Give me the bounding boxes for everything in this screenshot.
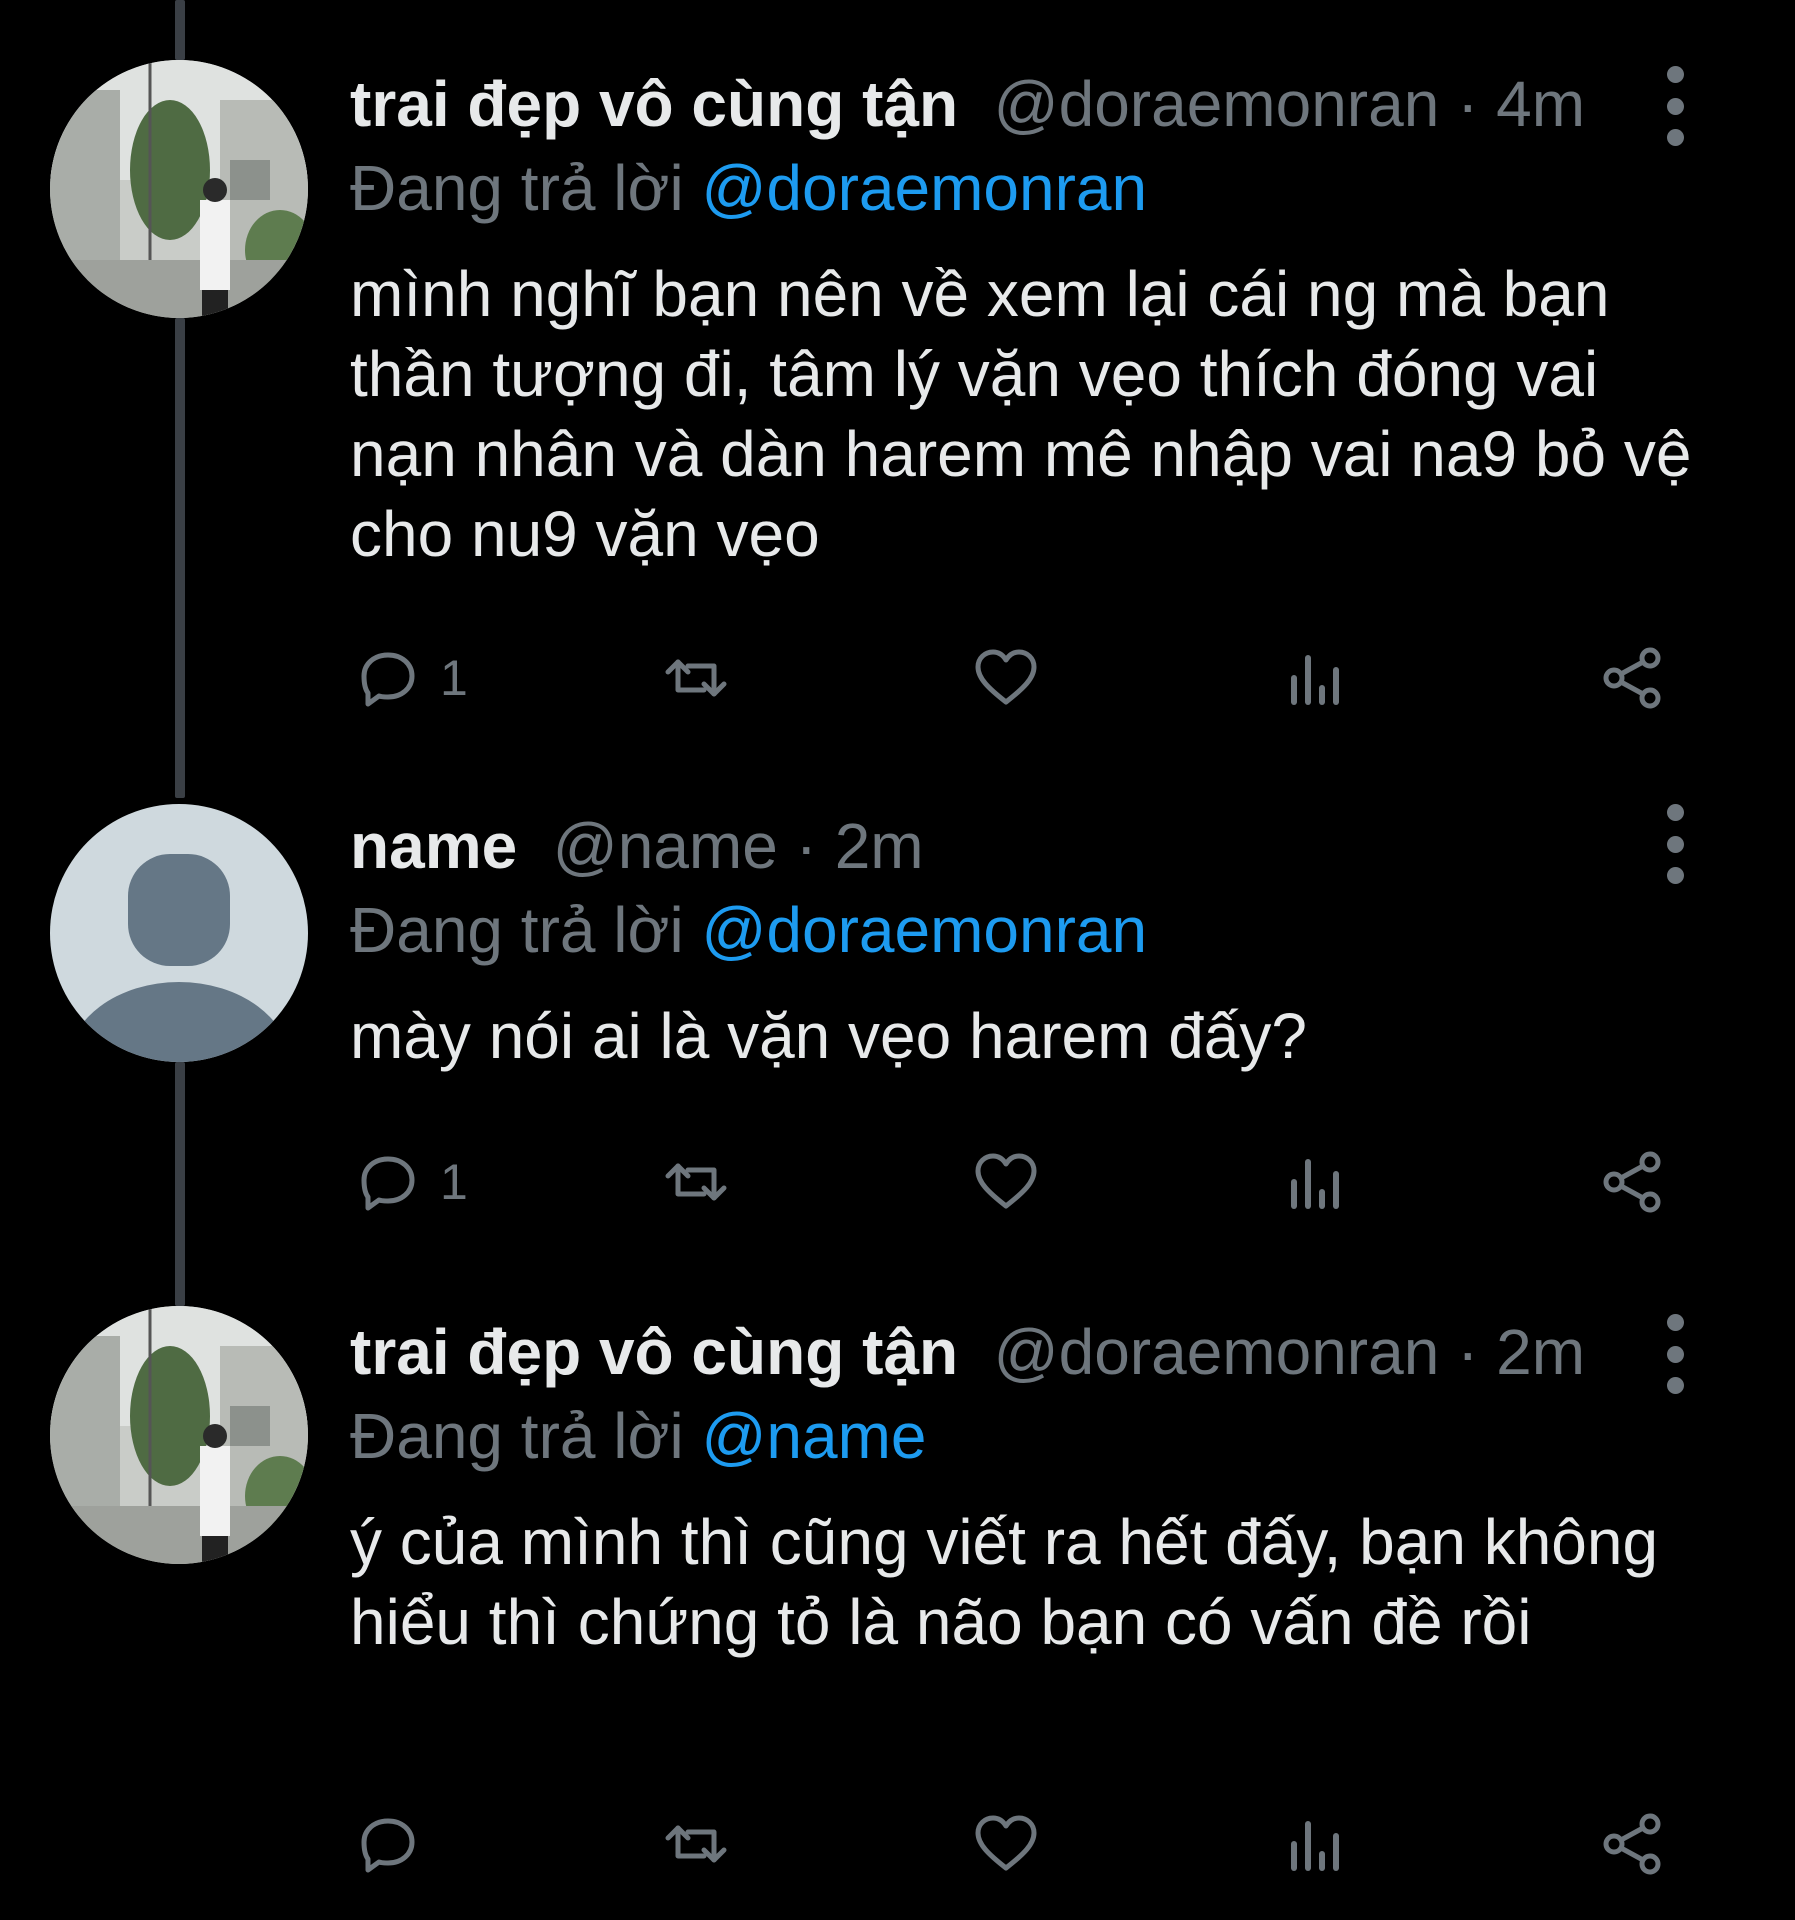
timestamp[interactable]: 2m: [1496, 1316, 1585, 1388]
reply-button[interactable]: 1: [350, 638, 468, 718]
replying-to-mention[interactable]: @doraemonran: [701, 152, 1147, 224]
timestamp[interactable]: 4m: [1496, 68, 1585, 140]
analytics-button[interactable]: [1278, 1142, 1354, 1222]
retweet-icon: [665, 659, 727, 697]
replying-to-label: Đang trả lời: [350, 894, 702, 966]
handle[interactable]: @doraemonran: [976, 1316, 1440, 1388]
reply-button[interactable]: [350, 1804, 440, 1884]
tweet[interactable]: name @name · 2m Đang trả lời @doraemonra…: [0, 780, 1795, 1300]
tweet-actions: 1: [350, 638, 1680, 718]
display-name[interactable]: trai đẹp vô cùng tận: [350, 1316, 958, 1388]
like-icon: [975, 1153, 1037, 1209]
like-button[interactable]: [968, 1142, 1044, 1222]
display-name[interactable]: name: [350, 810, 517, 882]
analytics-icon: [1291, 1159, 1339, 1209]
handle[interactable]: @name: [535, 810, 778, 882]
share-icon: [1603, 1151, 1661, 1213]
reply-icon: [361, 652, 415, 707]
replying-to: Đang trả lời @doraemonran: [350, 890, 1705, 970]
like-icon: [975, 649, 1037, 705]
avatar[interactable]: [50, 804, 308, 1062]
avatar[interactable]: [50, 60, 308, 318]
share-button[interactable]: [1594, 638, 1670, 718]
tweet-header: trai đẹp vô cùng tận @doraemonran · 2m: [350, 1312, 1705, 1392]
share-icon: [1603, 1813, 1661, 1875]
handle[interactable]: @doraemonran: [976, 68, 1440, 140]
retweet-button[interactable]: [658, 1142, 734, 1222]
like-icon: [975, 1815, 1037, 1871]
tweet-text: mày nói ai là vặn vẹo harem đấy?: [350, 1000, 1307, 1072]
separator: ·: [1439, 1316, 1497, 1388]
tweet-header: name @name · 2m: [350, 806, 1705, 886]
reply-count: 1: [440, 650, 468, 706]
analytics-button[interactable]: [1278, 638, 1354, 718]
replying-to-label: Đang trả lời: [350, 1400, 702, 1472]
reply-count: 1: [440, 1154, 468, 1210]
avatar[interactable]: [50, 1306, 308, 1564]
share-icon: [1603, 647, 1661, 709]
display-name[interactable]: trai đẹp vô cùng tận: [350, 68, 958, 140]
timestamp[interactable]: 2m: [835, 810, 924, 882]
tweet-text: ý của mình thì cũng viết ra hết đấy, bạn…: [350, 1506, 1659, 1658]
reply-icon: [361, 1818, 415, 1873]
like-button[interactable]: [968, 638, 1044, 718]
tweet[interactable]: trai đẹp vô cùng tận @doraemonran · 4m Đ…: [0, 0, 1795, 780]
avatar-photo: [50, 1306, 308, 1564]
analytics-button[interactable]: [1278, 1804, 1354, 1884]
analytics-icon: [1291, 1821, 1339, 1871]
reply-button[interactable]: 1: [350, 1142, 468, 1222]
tweet-header: trai đẹp vô cùng tận @doraemonran · 4m: [350, 64, 1705, 144]
replying-to: Đang trả lời @name: [350, 1396, 1705, 1476]
share-button[interactable]: [1594, 1142, 1670, 1222]
separator: ·: [1439, 68, 1497, 140]
tweet[interactable]: trai đẹp vô cùng tận @doraemonran · 2m Đ…: [0, 1300, 1795, 1920]
replying-to: Đang trả lời @doraemonran: [350, 148, 1705, 228]
like-button[interactable]: [968, 1804, 1044, 1884]
replying-to-label: Đang trả lời: [350, 152, 702, 224]
retweet-icon: [665, 1825, 727, 1863]
retweet-button[interactable]: [658, 638, 734, 718]
replying-to-mention[interactable]: @name: [701, 1400, 926, 1472]
retweet-button[interactable]: [658, 1804, 734, 1884]
analytics-icon: [1291, 655, 1339, 705]
default-avatar-icon: [50, 804, 308, 1062]
reply-icon: [361, 1156, 415, 1211]
tweet-text: mình nghĩ bạn nên về xem lại cái ng mà b…: [350, 258, 1692, 570]
separator: ·: [777, 810, 835, 882]
tweet-actions: [350, 1804, 1680, 1884]
retweet-icon: [665, 1163, 727, 1201]
share-button[interactable]: [1594, 1804, 1670, 1884]
tweet-actions: 1: [350, 1142, 1680, 1222]
replying-to-mention[interactable]: @doraemonran: [701, 894, 1147, 966]
avatar-photo: [50, 60, 308, 318]
